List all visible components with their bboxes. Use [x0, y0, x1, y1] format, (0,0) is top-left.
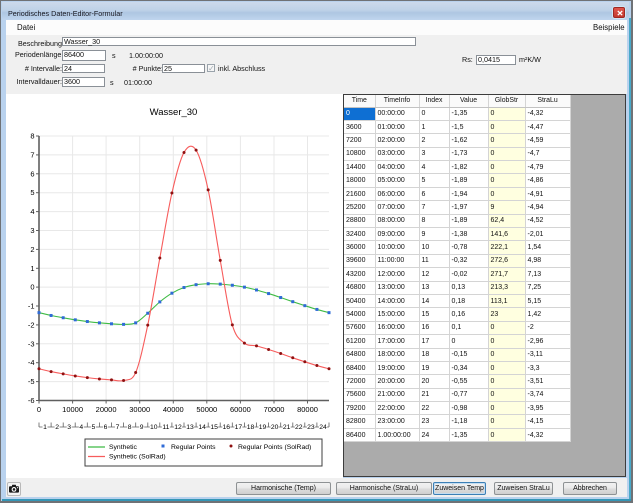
- svg-text:14: 14: [198, 424, 206, 431]
- svg-text:-4: -4: [28, 358, 35, 367]
- svg-text:5: 5: [92, 424, 96, 431]
- svg-text:2: 2: [55, 424, 59, 431]
- svg-text:3: 3: [67, 424, 71, 431]
- svg-text:6: 6: [30, 169, 34, 178]
- svg-text:60000: 60000: [230, 405, 251, 414]
- svg-text:7: 7: [30, 150, 34, 159]
- svg-text:4: 4: [30, 207, 34, 216]
- svg-text:8: 8: [30, 132, 34, 141]
- svg-text:5: 5: [30, 188, 34, 197]
- svg-text:-5: -5: [28, 377, 35, 386]
- svg-text:0: 0: [30, 283, 34, 292]
- svg-text:4: 4: [79, 424, 83, 431]
- svg-text:70000: 70000: [264, 405, 285, 414]
- svg-text:30000: 30000: [129, 405, 150, 414]
- svg-text:12: 12: [174, 424, 182, 431]
- svg-text:-1: -1: [28, 302, 35, 311]
- svg-text:21: 21: [283, 424, 291, 431]
- svg-text:11: 11: [162, 424, 169, 431]
- svg-text:1: 1: [43, 424, 47, 431]
- svg-text:Wasser_30: Wasser_30: [150, 107, 198, 118]
- svg-text:20: 20: [271, 424, 279, 431]
- svg-text:22: 22: [295, 424, 303, 431]
- svg-text:6: 6: [104, 424, 108, 431]
- svg-text:Synthetic: Synthetic: [109, 444, 138, 451]
- svg-text:7: 7: [116, 424, 120, 431]
- svg-text:-6: -6: [28, 396, 35, 405]
- svg-text:10: 10: [150, 424, 158, 431]
- svg-text:19: 19: [259, 424, 267, 431]
- svg-text:-3: -3: [28, 339, 35, 348]
- svg-text:8: 8: [128, 424, 132, 431]
- svg-text:13: 13: [186, 424, 194, 431]
- svg-text:80000: 80000: [297, 405, 318, 414]
- svg-text:2: 2: [30, 245, 34, 254]
- svg-text:Regular Points (SolRad): Regular Points (SolRad): [238, 444, 311, 451]
- svg-text:40000: 40000: [163, 405, 184, 414]
- svg-text:1: 1: [30, 264, 34, 273]
- svg-text:9: 9: [140, 424, 144, 431]
- svg-text:16: 16: [223, 424, 231, 431]
- svg-text:17: 17: [235, 424, 243, 431]
- svg-text:18: 18: [247, 424, 255, 431]
- svg-text:15: 15: [210, 424, 218, 431]
- svg-text:-2: -2: [28, 320, 35, 329]
- svg-text:10000: 10000: [62, 405, 83, 414]
- svg-text:3: 3: [30, 226, 34, 235]
- svg-text:24: 24: [319, 424, 327, 431]
- svg-text:20000: 20000: [96, 405, 117, 414]
- svg-text:0: 0: [37, 405, 41, 414]
- svg-text:Synthetic (SolRad): Synthetic (SolRad): [109, 454, 166, 461]
- svg-text:50000: 50000: [196, 405, 217, 414]
- svg-text:23: 23: [307, 424, 315, 431]
- svg-text:Regular Points: Regular Points: [171, 444, 216, 451]
